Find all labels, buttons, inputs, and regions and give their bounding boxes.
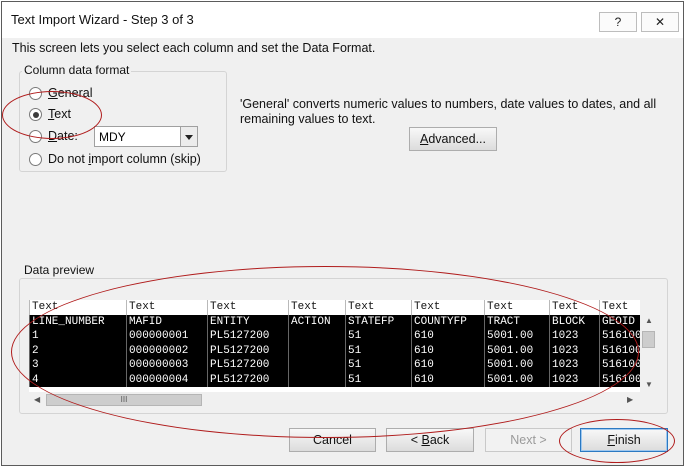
- text-radio-label[interactable]: Text: [48, 107, 71, 121]
- table-row: 2 000000002 PL5127200 51 610 5001.00 1023 51610…: [29, 343, 640, 358]
- table-cell: 1023: [549, 358, 599, 373]
- column-type-cell: Text: [126, 300, 207, 315]
- column-header-cell: ACTION: [288, 314, 345, 329]
- column-header-cell: COUNTYFP: [411, 314, 484, 329]
- column-header-row: LINE_NUMBER MAFID ENTITY ACTION STATEFP COUNT…: [29, 314, 640, 329]
- table-cell: 1023: [549, 343, 599, 358]
- help-button[interactable]: ?: [599, 12, 637, 32]
- scroll-right-icon[interactable]: ▶: [627, 395, 633, 404]
- column-header-cell: LINE_NUMBER: [29, 314, 126, 329]
- scroll-left-icon[interactable]: ◀: [34, 395, 40, 404]
- table-cell: PL5127200: [207, 358, 288, 373]
- table-cell: 51: [345, 343, 411, 358]
- table-cell: 000000002: [126, 343, 207, 358]
- column-header-cell: MAFID: [126, 314, 207, 329]
- column-type-cell: Text: [207, 300, 288, 315]
- table-cell: 4: [29, 372, 126, 387]
- table-cell: 3: [29, 358, 126, 373]
- close-button[interactable]: ✕: [641, 12, 679, 32]
- column-header-cell: STATEFP: [345, 314, 411, 329]
- vertical-scroll-thumb[interactable]: [642, 331, 655, 348]
- wizard-description: This screen lets you select each column …: [12, 41, 376, 55]
- table-cell: 1023: [549, 329, 599, 344]
- general-radio[interactable]: [29, 87, 42, 100]
- data-preview-label: Data preview: [22, 263, 97, 277]
- table-cell: 5001.00: [484, 343, 549, 358]
- next-button[interactable]: Next >: [485, 428, 572, 452]
- table-cell: 5001.00: [484, 372, 549, 387]
- back-button[interactable]: < Back: [386, 428, 474, 452]
- preview-horizontal-scrollbar[interactable]: ◀ III ▶: [29, 392, 640, 408]
- table-cell: 51: [345, 358, 411, 373]
- table-cell: 51: [345, 372, 411, 387]
- table-cell: 516100: [599, 343, 640, 358]
- table-cell: 000000001: [126, 329, 207, 344]
- column-header-cell: BLOCK: [549, 314, 599, 329]
- column-type-cell: Text: [484, 300, 549, 315]
- date-radio-label[interactable]: Date:: [48, 129, 78, 143]
- table-cell: [288, 372, 345, 387]
- table-cell: 000000004: [126, 372, 207, 387]
- table-cell: 610: [411, 343, 484, 358]
- table-cell: 2: [29, 343, 126, 358]
- data-preview-grid[interactable]: Text Text Text Text Text Text Text Text Text LIN…: [29, 300, 640, 392]
- column-format-label: Column data format: [22, 63, 132, 77]
- date-format-select[interactable]: MDY: [94, 126, 198, 147]
- table-cell: [288, 358, 345, 373]
- text-radio[interactable]: [29, 108, 42, 121]
- table-cell: 610: [411, 329, 484, 344]
- general-radio-label[interactable]: General: [48, 86, 92, 100]
- finish-button[interactable]: Finish: [580, 428, 668, 452]
- advanced-button[interactable]: Advanced...: [409, 127, 497, 151]
- window-title: Text Import Wizard - Step 3 of 3: [11, 12, 194, 27]
- column-type-cell: Text: [599, 300, 640, 315]
- table-cell: 5001.00: [484, 358, 549, 373]
- column-type-cell: Text: [288, 300, 345, 315]
- skip-column-radio[interactable]: [29, 153, 42, 166]
- date-format-value: MDY: [99, 130, 126, 144]
- table-cell: [288, 343, 345, 358]
- column-type-row: Text Text Text Text Text Text Text Text Text: [29, 300, 640, 315]
- scroll-down-icon[interactable]: ▼: [645, 380, 653, 389]
- column-header-cell: ENTITY: [207, 314, 288, 329]
- table-cell: PL5127200: [207, 329, 288, 344]
- table-cell: 516100: [599, 329, 640, 344]
- column-header-cell: TRACT: [484, 314, 549, 329]
- table-cell: 610: [411, 372, 484, 387]
- table-cell: 000000003: [126, 358, 207, 373]
- table-cell: 516100: [599, 372, 640, 387]
- table-cell: [288, 329, 345, 344]
- preview-vertical-scrollbar[interactable]: ▲ ▼: [640, 314, 657, 392]
- table-cell: 610: [411, 358, 484, 373]
- table-cell: 51: [345, 329, 411, 344]
- column-type-cell: Text: [549, 300, 599, 315]
- table-cell: PL5127200: [207, 343, 288, 358]
- chevron-down-icon[interactable]: [180, 127, 197, 146]
- table-cell: 516100: [599, 358, 640, 373]
- title-bar: Text Import Wizard - Step 3 of 3 ? ✕: [2, 2, 683, 38]
- cancel-button[interactable]: Cancel: [289, 428, 376, 452]
- column-type-cell: Text: [29, 300, 126, 315]
- column-type-cell: Text: [345, 300, 411, 315]
- text-import-wizard-dialog: Text Import Wizard - Step 3 of 3 ? ✕ Thi…: [1, 1, 684, 466]
- column-type-cell: Text: [411, 300, 484, 315]
- scroll-up-icon[interactable]: ▲: [645, 316, 653, 325]
- date-radio[interactable]: [29, 130, 42, 143]
- format-info-text: 'General' converts numeric values to num…: [240, 97, 657, 126]
- table-cell: 5001.00: [484, 329, 549, 344]
- column-header-cell: GEOID: [599, 314, 640, 329]
- table-row: 4 000000004 PL5127200 51 610 5001.00 1023 51610…: [29, 372, 640, 387]
- table-cell: 1: [29, 329, 126, 344]
- table-cell: 1023: [549, 372, 599, 387]
- table-row: 3 000000003 PL5127200 51 610 5001.00 1023 51610…: [29, 358, 640, 373]
- horizontal-scroll-thumb[interactable]: III: [46, 394, 202, 406]
- table-cell: PL5127200: [207, 372, 288, 387]
- table-row: 1 000000001 PL5127200 51 610 5001.00 1023 51610…: [29, 329, 640, 344]
- skip-column-radio-label[interactable]: Do not import column (skip): [48, 152, 201, 166]
